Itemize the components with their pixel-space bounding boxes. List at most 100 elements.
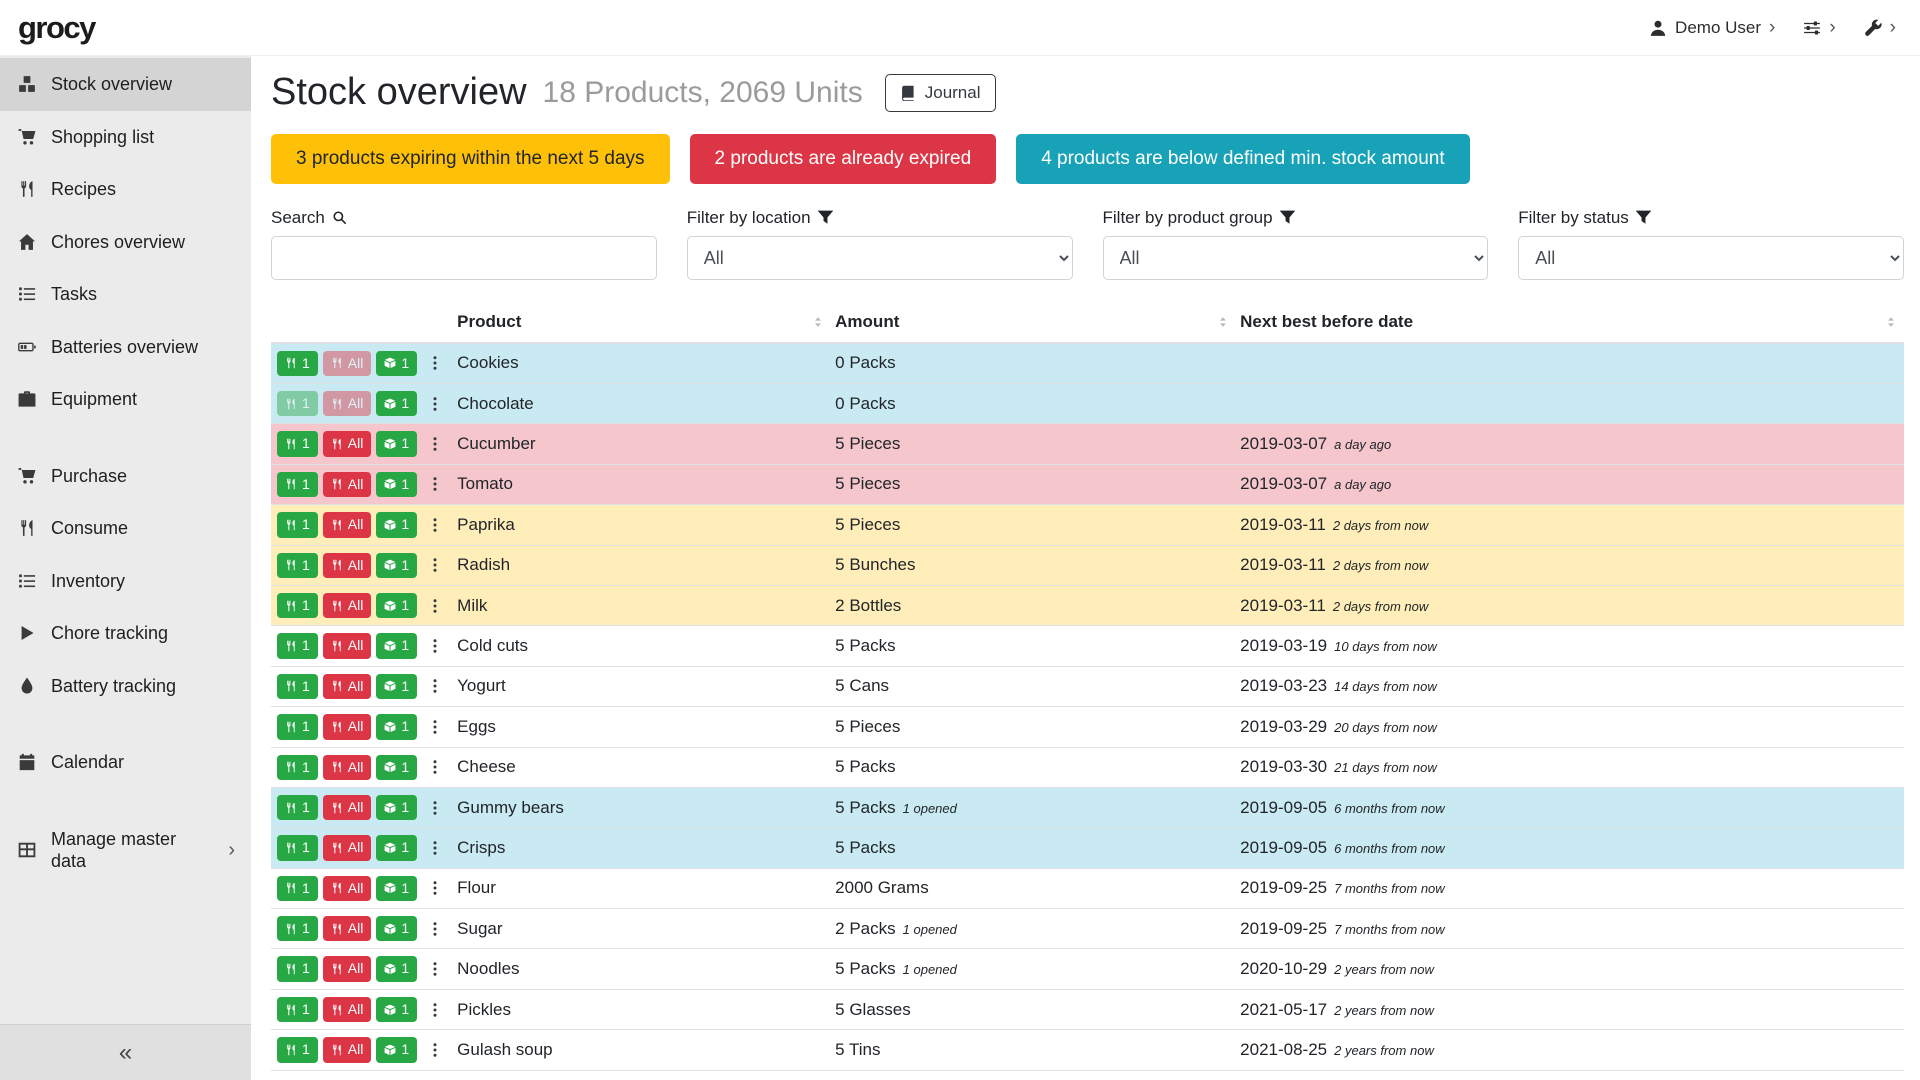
open-one-button[interactable]: 1	[376, 351, 417, 376]
consume-all-button[interactable]: All	[323, 755, 372, 780]
consume-one-button[interactable]: 1	[277, 714, 318, 739]
consume-one-button[interactable]: 1	[277, 472, 318, 497]
banner-below-min-stock[interactable]: 4 products are below defined min. stock …	[1016, 134, 1469, 184]
open-one-button[interactable]: 1	[376, 391, 417, 416]
consume-all-button[interactable]: All	[323, 674, 372, 699]
consume-one-button[interactable]: 1	[277, 835, 318, 860]
row-menu-kebab-icon[interactable]	[427, 638, 443, 654]
consume-all-button[interactable]: All	[323, 997, 372, 1022]
status-select[interactable]: All	[1518, 236, 1904, 280]
consume-all-button[interactable]: All	[323, 916, 372, 941]
banner-expired[interactable]: 2 products are already expired	[690, 134, 997, 184]
open-one-button[interactable]: 1	[376, 593, 417, 618]
consume-all-button[interactable]: All	[323, 633, 372, 658]
row-menu-kebab-icon[interactable]	[427, 840, 443, 856]
open-one-button[interactable]: 1	[376, 835, 417, 860]
consume-all-button[interactable]: All	[323, 391, 372, 416]
open-one-button[interactable]: 1	[376, 916, 417, 941]
consume-all-button[interactable]: All	[323, 351, 372, 376]
row-menu-kebab-icon[interactable]	[427, 678, 443, 694]
consume-one-button[interactable]: 1	[277, 755, 318, 780]
product-group-select[interactable]: All	[1103, 236, 1489, 280]
column-header-amount[interactable]: Amount	[831, 302, 1236, 343]
row-menu-kebab-icon[interactable]	[427, 921, 443, 937]
consume-all-button[interactable]: All	[323, 956, 372, 981]
row-menu-kebab-icon[interactable]	[427, 800, 443, 816]
open-one-button[interactable]: 1	[376, 714, 417, 739]
row-menu-kebab-icon[interactable]	[427, 1042, 443, 1058]
consume-one-button[interactable]: 1	[277, 431, 318, 456]
sidebar-item-manage-master-data[interactable]: Manage master data ›	[0, 813, 251, 888]
consume-all-button[interactable]: All	[323, 1037, 372, 1062]
row-menu-kebab-icon[interactable]	[427, 880, 443, 896]
consume-all-button[interactable]: All	[323, 553, 372, 578]
open-one-button[interactable]: 1	[376, 997, 417, 1022]
consume-one-button[interactable]: 1	[277, 795, 318, 820]
location-select[interactable]: All	[687, 236, 1073, 280]
consume-one-button[interactable]: 1	[277, 674, 318, 699]
sidebar-item-tasks[interactable]: Tasks	[0, 268, 251, 321]
sidebar-item-recipes[interactable]: Recipes	[0, 163, 251, 216]
row-menu-kebab-icon[interactable]	[427, 355, 443, 371]
open-one-button[interactable]: 1	[376, 633, 417, 658]
consume-all-button[interactable]: All	[323, 512, 372, 537]
row-menu-kebab-icon[interactable]	[427, 396, 443, 412]
open-one-button[interactable]: 1	[376, 431, 417, 456]
consume-all-button[interactable]: All	[323, 714, 372, 739]
open-one-button[interactable]: 1	[376, 755, 417, 780]
consume-one-button[interactable]: 1	[277, 593, 318, 618]
consume-one-button[interactable]: 1	[277, 956, 318, 981]
open-one-button[interactable]: 1	[376, 553, 417, 578]
row-menu-kebab-icon[interactable]	[427, 476, 443, 492]
consume-all-button[interactable]: All	[323, 795, 372, 820]
consume-all-button[interactable]: All	[323, 835, 372, 860]
sidebar-item-batteries-overview[interactable]: Batteries overview	[0, 321, 251, 374]
consume-one-button[interactable]: 1	[277, 553, 318, 578]
consume-one-button[interactable]: 1	[277, 997, 318, 1022]
sidebar-item-stock-overview[interactable]: Stock overview	[0, 58, 251, 111]
row-menu-kebab-icon[interactable]	[427, 759, 443, 775]
open-one-button[interactable]: 1	[376, 795, 417, 820]
open-one-button[interactable]: 1	[376, 956, 417, 981]
consume-one-button[interactable]: 1	[277, 876, 318, 901]
consume-all-button[interactable]: All	[323, 876, 372, 901]
sidebar-item-chore-tracking[interactable]: Chore tracking	[0, 607, 251, 660]
admin-menu[interactable]: ›	[1864, 18, 1896, 37]
open-one-button[interactable]: 1	[376, 472, 417, 497]
consume-one-button[interactable]: 1	[277, 351, 318, 376]
sidebar-item-calendar[interactable]: Calendar	[0, 736, 251, 789]
row-menu-kebab-icon[interactable]	[427, 517, 443, 533]
consume-one-button[interactable]: 1	[277, 391, 318, 416]
banner-expiring[interactable]: 3 products expiring within the next 5 da…	[271, 134, 670, 184]
consume-one-button[interactable]: 1	[277, 916, 318, 941]
column-header-best-before[interactable]: Next best before date	[1236, 302, 1904, 343]
journal-button[interactable]: Journal	[885, 74, 996, 112]
consume-all-button[interactable]: All	[323, 472, 372, 497]
row-menu-kebab-icon[interactable]	[427, 719, 443, 735]
settings-menu[interactable]: ›	[1803, 18, 1835, 37]
row-menu-kebab-icon[interactable]	[427, 1002, 443, 1018]
sidebar-item-consume[interactable]: Consume	[0, 502, 251, 555]
consume-one-button[interactable]: 1	[277, 633, 318, 658]
row-menu-kebab-icon[interactable]	[427, 436, 443, 452]
open-one-button[interactable]: 1	[376, 1037, 417, 1062]
row-menu-kebab-icon[interactable]	[427, 961, 443, 977]
search-input[interactable]	[271, 236, 657, 280]
consume-one-button[interactable]: 1	[277, 512, 318, 537]
sidebar-item-inventory[interactable]: Inventory	[0, 555, 251, 608]
consume-one-button[interactable]: 1	[277, 1037, 318, 1062]
sidebar-collapse-button[interactable]: «	[0, 1024, 251, 1080]
open-one-button[interactable]: 1	[376, 674, 417, 699]
user-menu[interactable]: Demo User ›	[1649, 18, 1775, 38]
sidebar-item-shopping-list[interactable]: Shopping list	[0, 111, 251, 164]
row-menu-kebab-icon[interactable]	[427, 598, 443, 614]
open-one-button[interactable]: 1	[376, 876, 417, 901]
app-logo[interactable]: grocy	[18, 10, 95, 46]
column-header-product[interactable]: Product	[453, 302, 831, 343]
row-menu-kebab-icon[interactable]	[427, 557, 443, 573]
sidebar-item-chores-overview[interactable]: Chores overview	[0, 216, 251, 269]
sidebar-item-purchase[interactable]: Purchase	[0, 450, 251, 503]
consume-all-button[interactable]: All	[323, 431, 372, 456]
sidebar-item-battery-tracking[interactable]: Battery tracking	[0, 660, 251, 713]
consume-all-button[interactable]: All	[323, 593, 372, 618]
